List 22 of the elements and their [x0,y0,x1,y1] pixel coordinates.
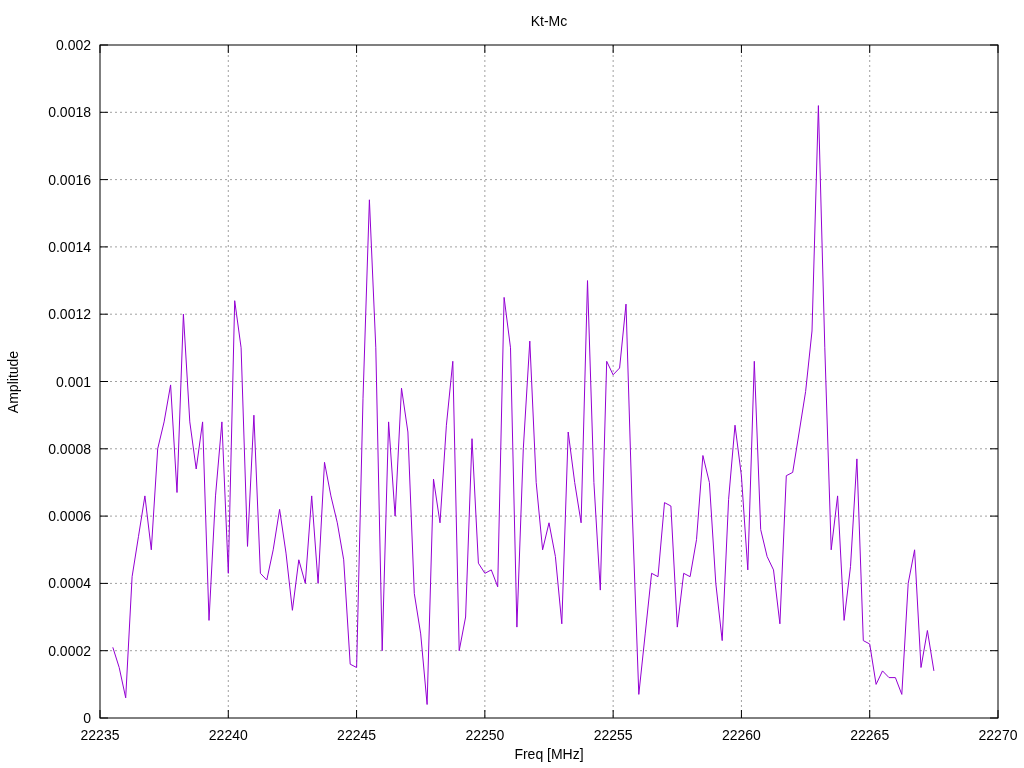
x-tick-label: 22265 [850,727,890,743]
y-tick-label: 0 [83,710,91,726]
y-tick-label: 0.0002 [48,642,91,659]
x-tick-label: 22270 [978,727,1018,743]
y-tick-label: 0.0018 [48,104,91,121]
y-tick-label: 0.002 [55,37,91,53]
x-tick-label: 22240 [208,727,248,743]
x-tick-label: 22250 [465,727,505,743]
x-tick-label: 22255 [593,727,633,743]
y-tick-label: 0.0014 [48,238,91,255]
y-tick-label: 0.0012 [48,306,91,323]
y-tick-label: 0.001 [55,373,91,390]
chart-title: Kt-Mc [530,13,568,29]
x-tick-label: 22235 [80,727,120,743]
x-tick-label: 22260 [721,727,761,743]
y-tick-label: 0.0016 [48,171,91,188]
y-tick-label: 0.0008 [48,440,91,457]
x-axis-label: Freq [MHz] [514,746,584,762]
y-axis-label: Amplitude [5,350,21,414]
x-tick-label: 22245 [337,727,377,743]
y-tick-label: 0.0004 [48,575,91,592]
y-tick-label: 0.0006 [48,508,91,525]
